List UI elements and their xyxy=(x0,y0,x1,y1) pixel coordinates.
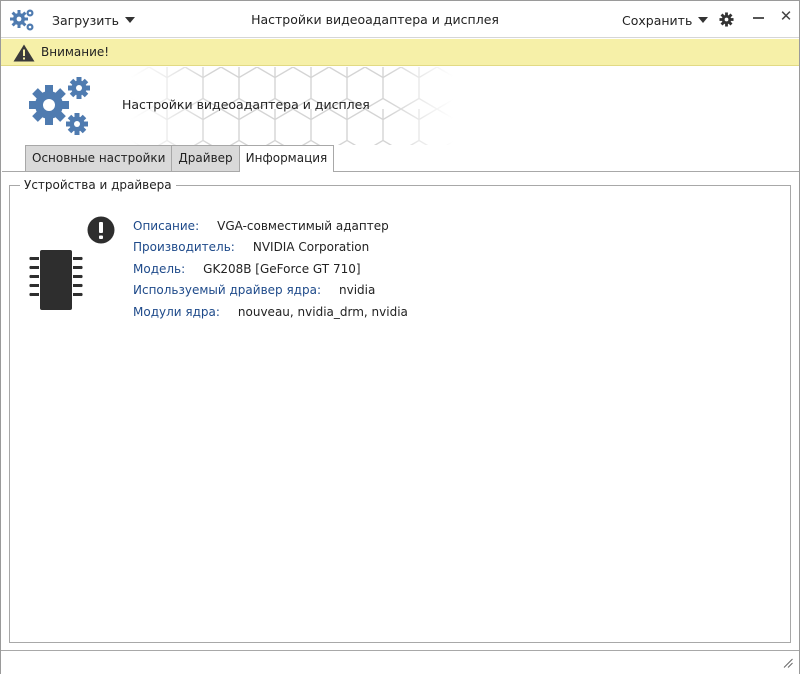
info-value: VGA-совместимый адаптер xyxy=(217,218,389,233)
exclamation-circle-icon xyxy=(87,216,115,244)
page-title: Настройки видеоадаптера и дисплея xyxy=(122,97,370,112)
info-row-kernel-modules: Модули ядра: nouveau, nvidia_drm, nvidia xyxy=(133,301,408,323)
groupbox-title: Устройства и драйвера xyxy=(20,178,176,192)
titlebar: Загрузить Настройки видеоадаптера и дисп… xyxy=(1,1,799,38)
save-menu-button[interactable]: Сохранить xyxy=(622,11,709,29)
minimize-button[interactable] xyxy=(753,17,764,19)
info-value: nouveau, nvidia_drm, nvidia xyxy=(237,304,408,319)
tab-bar: Основные настройки Драйвер Информация xyxy=(25,145,335,172)
main-window: Загрузить Настройки видеоадаптера и дисп… xyxy=(0,0,800,674)
save-menu-label: Сохранить xyxy=(622,12,693,28)
info-label: Используемый драйвер ядра: xyxy=(133,283,321,298)
tab-basic-settings[interactable]: Основные настройки xyxy=(25,145,173,171)
chip-icon xyxy=(29,250,83,310)
info-value: nvidia xyxy=(339,283,376,298)
chevron-down-icon xyxy=(698,17,709,23)
warning-bar: Внимание! xyxy=(1,39,799,66)
warning-text: Внимание! xyxy=(41,45,110,59)
info-value: NVIDIA Corporation xyxy=(252,240,370,255)
info-label: Модель: xyxy=(133,261,186,276)
warning-triangle-icon xyxy=(13,44,35,62)
gears-icon xyxy=(29,77,90,135)
info-row-model: Модель: GK208B [GeForce GT 710] xyxy=(133,258,408,280)
devices-groupbox: Устройства и драйвера Описание: VGA-совм… xyxy=(9,178,791,643)
info-label: Производитель: xyxy=(133,240,235,255)
info-row-description: Описание: VGA-совместимый адаптер xyxy=(133,215,408,237)
gear-icon[interactable] xyxy=(719,12,734,27)
tab-driver[interactable]: Драйвер xyxy=(171,145,240,171)
close-button[interactable]: ✕ xyxy=(777,7,795,25)
info-row-kernel-driver: Используемый драйвер ядра: nvidia xyxy=(133,280,408,302)
info-value: GK208B [GeForce GT 710] xyxy=(203,261,361,276)
info-row-vendor: Производитель: NVIDIA Corporation xyxy=(133,237,408,259)
tab-information[interactable]: Информация xyxy=(238,145,335,172)
device-info-list: Описание: VGA-совместимый адаптер Произв… xyxy=(133,215,408,323)
info-label: Описание: xyxy=(133,218,200,233)
info-label: Модули ядра: xyxy=(133,304,220,319)
tab-content-panel: Устройства и драйвера Описание: VGA-совм… xyxy=(2,171,799,648)
page-header: Настройки видеоадаптера и дисплея xyxy=(1,67,799,145)
status-bar xyxy=(1,650,799,674)
resize-grip-icon[interactable] xyxy=(783,658,793,668)
